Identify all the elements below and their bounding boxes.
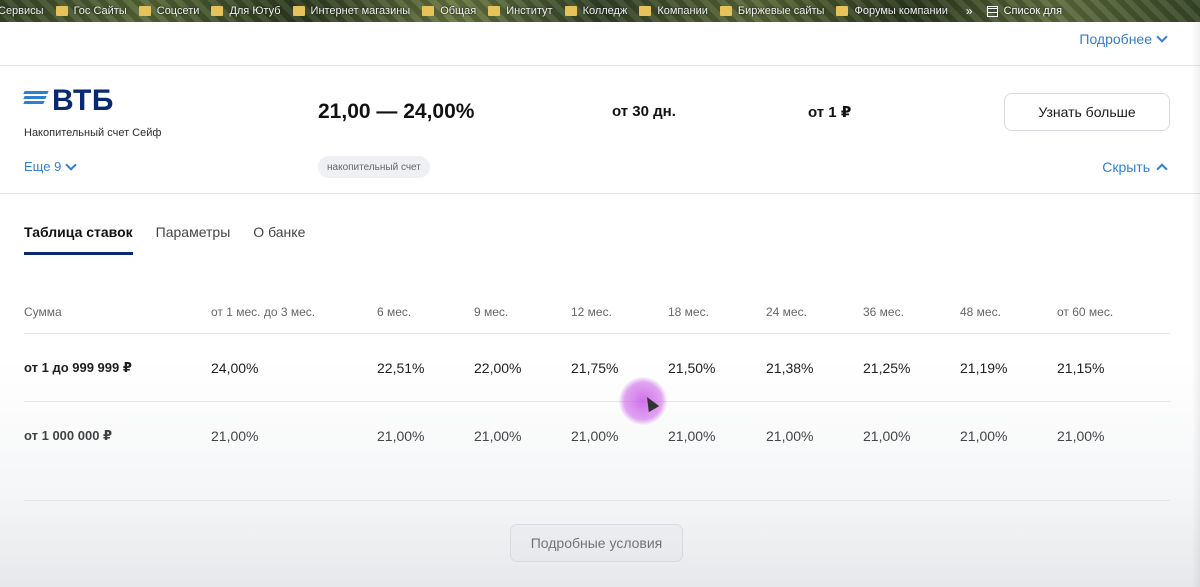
previous-card-footer: Подробнее <box>0 22 1200 66</box>
hide-details-link[interactable]: Скрыть <box>1102 159 1168 175</box>
table-row: от 1 до 999 999 ₽ 24,00% 22,51% 22,00% 2… <box>24 334 1170 402</box>
bookmark-label: Колледж <box>582 5 628 17</box>
bank-logo[interactable]: ВТБ <box>23 84 114 118</box>
chevron-up-icon <box>1156 163 1168 175</box>
bookmark-label: Интернет магазины <box>310 5 411 17</box>
bookmarks-overflow-button[interactable]: » <box>960 4 987 18</box>
folder-icon <box>488 6 501 16</box>
folder-icon <box>55 6 68 16</box>
column-header: 9 мес. <box>474 304 509 319</box>
table-header-row: Сумма от 1 мес. до 3 мес. 6 мес. 9 мес. … <box>24 290 1170 334</box>
bookmark-label: Компании <box>657 5 708 17</box>
column-header: 48 мес. <box>960 304 1001 319</box>
rate-cell: 21,75% <box>571 359 619 376</box>
bookmark-folder[interactable]: Соцсети <box>138 5 212 17</box>
interest-rate: 21,00 — 24,00% <box>318 100 475 123</box>
reading-list-label: Список для <box>1003 5 1063 17</box>
rate-cell: 21,00% <box>1057 428 1105 444</box>
folder-icon <box>639 6 652 16</box>
min-amount: от 1 ₽ <box>808 104 852 121</box>
more-offers-toggle[interactable]: Еще 9 <box>24 158 77 174</box>
vtb-stripes-icon <box>23 90 49 104</box>
detailed-conditions-button[interactable]: Подробные условия <box>510 524 683 562</box>
product-type-tag: накопительный счет <box>318 156 430 178</box>
folder-icon <box>836 6 849 16</box>
rate-cell: 21,50% <box>668 359 716 376</box>
rate-cell: 21,00% <box>474 428 522 444</box>
column-header: от 60 мес. <box>1057 304 1114 319</box>
folder-icon <box>292 6 305 16</box>
bookmark-folder[interactable]: Колледж <box>564 5 640 17</box>
rate-cell: 21,00% <box>766 428 814 444</box>
bookmark-services[interactable]: Сервисы <box>0 5 56 17</box>
bookmark-folder[interactable]: Для Ютуб <box>211 5 292 17</box>
column-header: Сумма <box>24 304 62 319</box>
rate-cell: 22,00% <box>474 359 522 376</box>
rate-cell: 21,00% <box>668 428 716 444</box>
tab-parameters[interactable]: Параметры <box>156 224 231 255</box>
column-header: 36 мес. <box>863 304 904 319</box>
bookmark-folder[interactable]: Биржевые сайты <box>719 5 837 17</box>
rate-cell: 21,00% <box>377 428 425 444</box>
folder-icon <box>422 6 435 16</box>
hide-label: Скрыть <box>1102 159 1150 175</box>
divider <box>24 500 1170 501</box>
bookmark-folder[interactable]: Форумы компании <box>836 5 959 17</box>
learn-more-button[interactable]: Узнать больше <box>1004 93 1170 131</box>
deposit-term: от 30 дн. <box>612 103 676 120</box>
rate-cell: 21,00% <box>571 428 619 444</box>
bookmark-folder[interactable]: Интернет магазины <box>292 5 423 17</box>
bookmark-label: Сервисы <box>0 5 44 17</box>
folder-icon <box>211 6 224 16</box>
table-row: от 1 000 000 ₽ 21,00% 21,00% 21,00% 21,0… <box>24 402 1170 470</box>
column-header: 18 мес. <box>668 304 709 319</box>
bookmark-folder[interactable]: Институт <box>488 5 564 17</box>
more-offers-label: Еще 9 <box>24 159 62 174</box>
folder-icon <box>138 6 151 16</box>
column-header: от 1 мес. до 3 мес. <box>211 304 316 319</box>
bank-brand: ВТБ <box>52 84 114 117</box>
more-details-link[interactable]: Подробнее <box>1079 31 1168 47</box>
reading-list-button[interactable]: Список для <box>986 5 1063 17</box>
bookmark-label: Общая <box>440 5 477 17</box>
bookmark-label: Соцсети <box>156 5 200 17</box>
rate-cell: 21,00% <box>960 428 1008 444</box>
column-header: 24 мес. <box>766 304 807 319</box>
chevron-down-icon <box>1156 31 1168 43</box>
rate-cell: 21,00% <box>863 428 911 444</box>
bookmark-label: Форумы компании <box>854 5 948 17</box>
chevron-down-icon <box>65 158 77 171</box>
rate-cell: 21,15% <box>1057 359 1105 376</box>
product-card: ВТБ Накопительный счет Сейф 21,00 — 24,0… <box>0 66 1200 194</box>
rate-cell: 22,51% <box>377 359 425 376</box>
amount-cell: от 1 до 999 999 ₽ <box>24 359 132 375</box>
bookmark-folder[interactable]: Общая <box>422 5 488 17</box>
amount-cell: от 1 000 000 ₽ <box>24 428 113 443</box>
rate-cell: 21,38% <box>766 359 814 376</box>
rates-table: Сумма от 1 мес. до 3 мес. 6 мес. 9 мес. … <box>24 290 1170 470</box>
rate-cell: 21,00% <box>211 428 259 444</box>
folder-icon <box>719 6 732 16</box>
bookmark-label: Гос Сайты <box>73 5 127 17</box>
tab-about-bank[interactable]: О банке <box>253 224 305 255</box>
details-tabs: Таблица ставок Параметры О банке <box>24 224 305 255</box>
column-header: 6 мес. <box>377 304 412 319</box>
rate-cell: 21,19% <box>960 359 1008 376</box>
more-details-label: Подробнее <box>1079 31 1152 47</box>
bookmark-folder[interactable]: Гос Сайты <box>55 5 139 17</box>
product-name: Накопительный счет Сейф <box>24 127 162 139</box>
column-header: 12 мес. <box>571 304 612 319</box>
bookmark-label: Для Ютуб <box>229 5 281 17</box>
bookmark-label: Биржевые сайты <box>737 5 825 17</box>
tab-rates-table[interactable]: Таблица ставок <box>24 224 133 255</box>
rate-cell: 24,00% <box>211 359 259 376</box>
rate-cell: 21,25% <box>863 359 911 376</box>
reading-list-icon <box>986 5 998 17</box>
bookmark-folder[interactable]: Компании <box>639 5 720 17</box>
folder-icon <box>564 6 577 16</box>
bookmark-label: Институт <box>506 5 553 17</box>
bookmarks-bar: Сервисы Гос Сайты Соцсети Для Ютуб Интер… <box>0 0 1200 22</box>
